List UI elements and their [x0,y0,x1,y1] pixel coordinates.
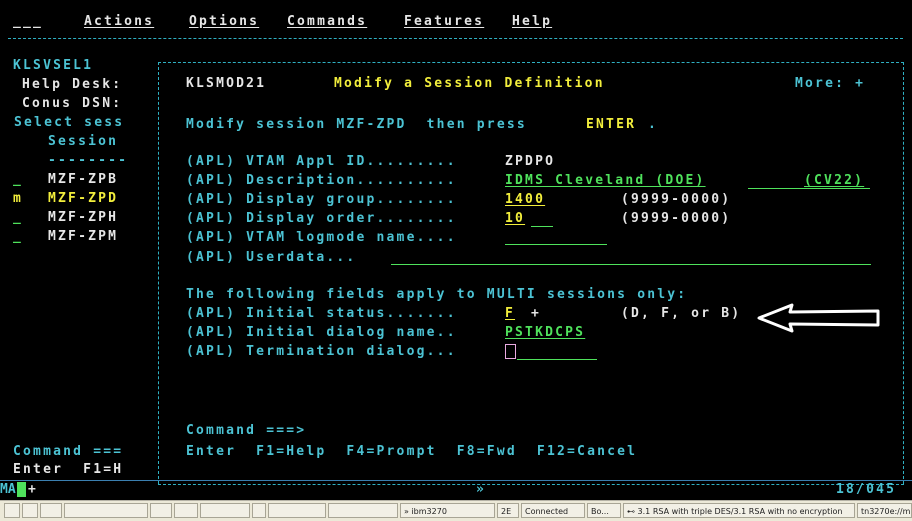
instruction-period: . [648,117,659,132]
status-connection: Connected [521,503,585,518]
status-cell-empty [4,503,20,518]
session-dashes: -------- [48,153,129,168]
menu-features[interactable]: Features [404,14,484,30]
initial-dialog-field[interactable]: PSTKDCPS [505,325,585,341]
session-name-status: ibm3270 [411,507,447,516]
text-cursor [505,344,516,359]
session-header: Session [48,134,119,149]
menu-divider [8,38,903,39]
status-cell-empty [328,503,398,518]
initial-status-hint: (D, F, or B) [621,306,742,321]
status-encryption: ⊷ 3.1 RSA with triple DES/3.1 RSA with n… [623,503,855,518]
termination-dialog-field[interactable] [517,359,597,360]
status-cell-empty [200,503,250,518]
session-name: MZF-ZPH [48,210,119,225]
display-order-hint: (9999-0000) [621,211,732,226]
logmode-field[interactable] [505,244,607,245]
status-cell-empty [150,503,172,518]
popup-title: Modify a Session Definition [334,76,605,91]
session-name: MZF-ZPM [48,229,119,244]
terminal-screen[interactable]: ___ Actions Options Commands Features He… [0,0,912,500]
display-group-field[interactable]: 1400 [505,192,545,208]
status-cell-empty [268,503,326,518]
menu-actions[interactable]: Actions [84,14,154,30]
oia-separator [0,480,912,481]
session-name-selected: MZF-ZPD [48,191,119,206]
status-cell-empty [252,503,266,518]
session-select-field[interactable]: _ [13,229,23,245]
termination-dialog-label: (APL) Termination dialog... [186,344,457,359]
display-group-label: (APL) Display group........ [186,192,457,207]
annotation-arrow-icon [757,303,880,333]
session-name: MZF-ZPB [48,172,119,187]
status-cell-empty [40,503,62,518]
initial-dialog-label: (APL) Initial dialog name.. [186,325,457,340]
help-desk-label: Help Desk: [22,77,123,92]
status-bo: Bo... [587,503,621,518]
display-order-underline [531,226,553,227]
menu-help[interactable]: Help [512,14,552,30]
encryption-text: 3.1 RSA with triple DES/3.1 RSA with no … [637,507,843,516]
oia-indicator: » [476,482,487,497]
conus-dsn-label: Conus DSN: [22,96,123,111]
status-session: » ibm3270 [400,503,495,518]
display-group-hint: (9999-0000) [621,192,732,207]
status-cell-empty [174,503,198,518]
status-model: 2E [497,503,519,518]
cursor-position: 18/045 [836,482,897,497]
display-order-label: (APL) Display order........ [186,211,457,226]
select-session-label: Select sess [14,115,125,130]
userdata-label: (APL) Userdata... [186,250,357,265]
oia-mode: MA [0,482,16,497]
left-fkeys: Enter F1=H [13,462,124,477]
status-cell-empty [22,503,38,518]
oia-plus: + [28,482,39,497]
menu-commands[interactable]: Commands [287,14,367,30]
popup-fkeys: Enter F1=Help F4=Prompt F8=Fwd F12=Cance… [186,444,638,459]
more-indicator: More: + [795,76,866,91]
session-select-field[interactable]: m [13,191,23,207]
initial-status-prompt[interactable]: + [531,306,541,322]
status-host: tn3270e://miaproxy.csd.disa.mil:992 [857,503,912,518]
popup-top-border [158,62,904,63]
popup-panel-id: KLSMOD21 [186,76,267,91]
instruction-text: Modify session MZF-ZPD then press [186,117,527,132]
status-bar: » ibm3270 2E Connected Bo... ⊷ 3.1 RSA w… [0,500,912,521]
description-suffix: (CV22) [804,173,865,188]
enter-key-label: ENTER [586,117,637,132]
session-select-field[interactable]: _ [13,172,23,188]
left-command-label: Command === [13,444,124,459]
initial-status-field[interactable]: F [505,306,515,322]
vtam-appl-id-label: (APL) VTAM Appl ID......... [186,154,457,169]
menu-prefix: ___ [13,14,44,29]
popup-bottom-border [158,484,904,485]
key-icon: ⊷ [627,507,635,516]
session-select-field[interactable]: _ [13,210,23,226]
logmode-label: (APL) VTAM logmode name.... [186,230,457,245]
display-order-field[interactable]: 10 [505,211,525,227]
command-prompt-label: Command ===> [186,423,307,438]
left-panel-id: KLSVSEL1 [13,58,94,73]
oia-cursor-block [17,482,26,497]
description-field[interactable]: IDMS Cleveland (DOE) [505,173,706,189]
initial-status-label: (APL) Initial status....... [186,306,457,321]
status-cell-empty [64,503,148,518]
popup-left-border [158,62,159,484]
vtam-appl-id-value: ZPDPO [505,154,556,169]
userdata-field[interactable] [391,264,871,265]
description-label: (APL) Description.......... [186,173,457,188]
menu-options[interactable]: Options [189,14,259,30]
status-arrows: » [404,507,409,516]
multi-sessions-note: The following fields apply to MULTI sess… [186,287,688,302]
popup-right-border [903,62,904,484]
